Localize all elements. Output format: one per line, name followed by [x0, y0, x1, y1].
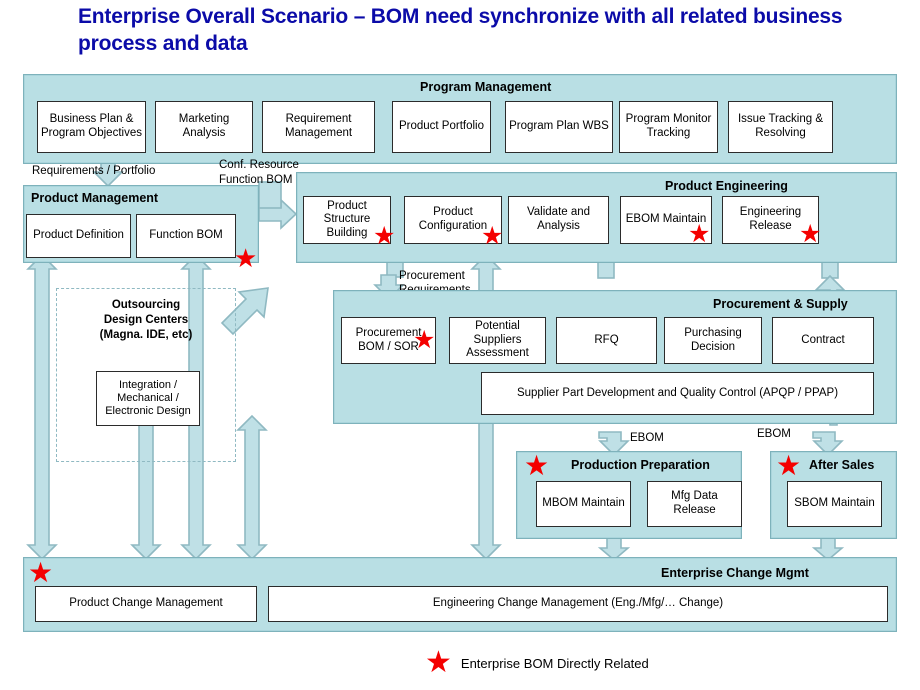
star-product-structure-building: ★ — [373, 222, 396, 250]
panel-title-product-management: Product Management — [31, 191, 159, 205]
star-enterprise-change-mgmt: ★ — [28, 557, 54, 588]
panel-title-program-management: Program Management — [420, 80, 552, 94]
arrow-proc-up-ecm — [236, 414, 268, 561]
legend: ★ Enterprise BOM Directly Related — [425, 648, 649, 678]
box-marketing-analysis[interactable]: Marketing Analysis — [155, 101, 253, 153]
diagram-canvas: .ar { fill:#bfe0e6; stroke:#8fb9c2; stro… — [0, 0, 920, 690]
box-supplier-part-development[interactable]: Supplier Part Development and Quality Co… — [481, 372, 874, 415]
box-engineering-change-management[interactable]: Engineering Change Management (Eng./Mfg/… — [268, 586, 888, 622]
box-potential-suppliers-assessment[interactable]: Potential Suppliers Assessment — [449, 317, 546, 364]
star-production-preparation: ★ — [524, 450, 550, 481]
panel-title-procurement-supply: Procurement & Supply — [713, 297, 848, 311]
star-ebom-maintain: ★ — [688, 220, 711, 248]
star-procurement-bom-sor: ★ — [413, 326, 436, 354]
star-product-configuration: ★ — [481, 222, 504, 250]
label-procurement: Procurement — [399, 270, 465, 282]
box-function-bom[interactable]: Function BOM — [136, 214, 236, 258]
box-mfg-data-release[interactable]: Mfg Data Release — [647, 481, 742, 527]
panel-title-product-engineering: Product Engineering — [665, 179, 788, 193]
star-after-sales: ★ — [776, 450, 802, 481]
box-program-monitor-tracking[interactable]: Program Monitor Tracking — [619, 101, 718, 153]
box-issue-tracking-resolving[interactable]: Issue Tracking & Resolving — [728, 101, 833, 153]
box-integration-mechanical-electronic-design[interactable]: Integration / Mechanical / Electronic De… — [96, 371, 200, 426]
box-validate-and-analysis[interactable]: Validate and Analysis — [508, 196, 609, 244]
box-rfq[interactable]: RFQ — [556, 317, 657, 364]
label-requirements-portfolio: Requirements / Portfolio — [32, 165, 156, 177]
box-sbom-maintain[interactable]: SBOM Maintain — [787, 481, 882, 527]
box-program-plan-wbs[interactable]: Program Plan WBS — [505, 101, 613, 153]
label-conf-resource: Conf. Resource — [219, 159, 299, 171]
box-contract[interactable]: Contract — [772, 317, 874, 364]
label-ebom-production: EBOM — [630, 432, 664, 444]
box-product-portfolio[interactable]: Product Portfolio — [392, 101, 491, 153]
box-mbom-maintain[interactable]: MBOM Maintain — [536, 481, 631, 527]
legend-star-icon: ★ — [425, 646, 452, 679]
box-business-plan[interactable]: Business Plan & Program Objectives — [37, 101, 146, 153]
panel-title-production-preparation: Production Preparation — [571, 458, 710, 472]
legend-label: Enterprise BOM Directly Related — [460, 655, 649, 671]
label-ebom-aftersales: EBOM — [757, 428, 791, 440]
box-requirement-management[interactable]: Requirement Management — [262, 101, 375, 153]
panel-title-enterprise-change-mgmt: Enterprise Change Mgmt — [661, 566, 809, 580]
arrow-left-long-down — [26, 253, 58, 561]
box-purchasing-decision[interactable]: Purchasing Decision — [664, 317, 762, 364]
box-product-definition[interactable]: Product Definition — [26, 214, 131, 258]
panel-title-after-sales: After Sales — [809, 458, 875, 472]
arrow-pdm-to-pe — [258, 198, 298, 230]
box-product-change-management[interactable]: Product Change Management — [35, 586, 257, 622]
star-function-bom: ★ — [234, 243, 258, 273]
star-engineering-release: ★ — [799, 220, 822, 248]
label-outsourcing-design-centers: Outsourcing Design Centers (Magna. IDE, … — [99, 299, 193, 342]
